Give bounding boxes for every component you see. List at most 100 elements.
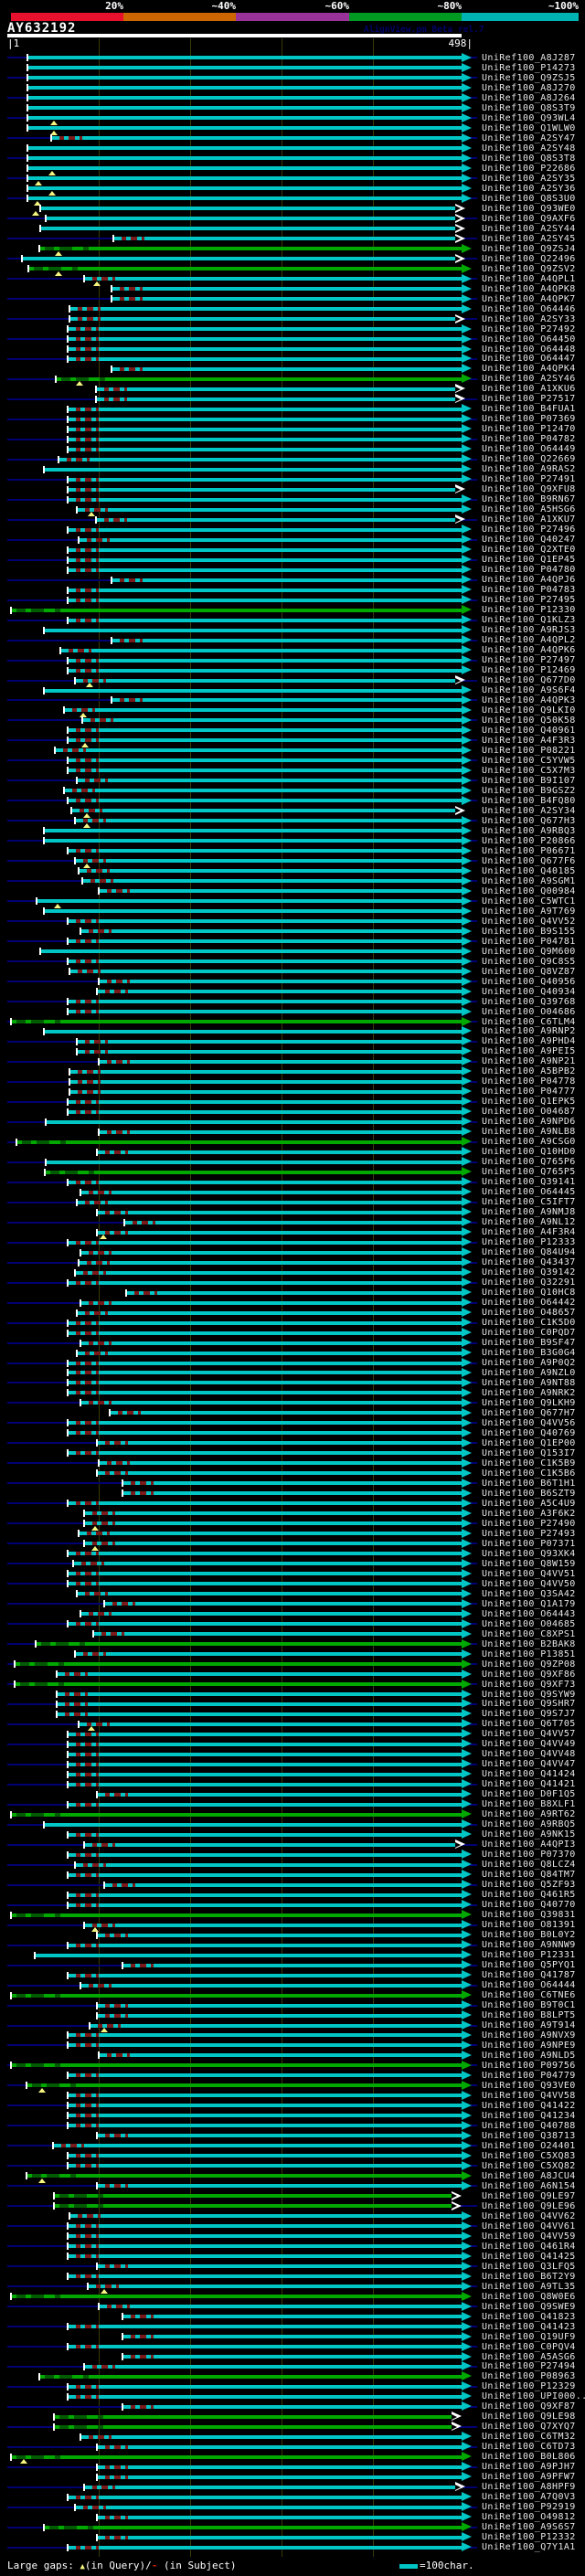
bar-start-tick [67, 1570, 69, 1578]
bar-end-arrow-icon [462, 535, 472, 545]
subject-gap-dash [133, 1882, 135, 1887]
bar-start-tick [43, 827, 45, 835]
bar-end-arrow-icon [462, 1568, 472, 1578]
row-label: UniRef100_O64442 [482, 1298, 576, 1308]
subject-gap-dash [98, 1089, 101, 1094]
alignment-bar [68, 347, 462, 351]
bar-end-arrow-icon [462, 2261, 472, 2271]
subject-gap-dash [85, 1351, 90, 1355]
alignment-bar [75, 859, 462, 864]
subject-gap-dash [81, 789, 88, 793]
subject-gap-dash [72, 789, 77, 793]
alignment-bar [96, 397, 455, 401]
bar-end-arrow-icon [462, 1789, 472, 1799]
alignment-bar [122, 2335, 462, 2338]
alignment-bar [68, 1431, 462, 1436]
subject-gap-dash [107, 2053, 112, 2058]
subject-gap-dash [85, 1200, 90, 1204]
alignment-bar [58, 457, 462, 461]
bar-start-tick [10, 1810, 12, 1818]
subject-gap-dash [85, 1180, 91, 1184]
row-label: UniRef100_A5ASG6 [482, 2351, 576, 2362]
query-gap-marker-icon [93, 281, 101, 286]
subject-gap-dash [85, 1592, 90, 1596]
subject-gap-dash [101, 1562, 104, 1566]
row-label: UniRef100_A4QPL2 [482, 635, 576, 645]
alignment-bar [68, 2154, 462, 2158]
bar-start-tick [96, 2011, 98, 2019]
alignment-bar [27, 66, 462, 70]
alignment-bar [68, 1000, 462, 1003]
subject-gap-dash [87, 1532, 91, 1536]
row-label: UniRef100_B6SZT9 [482, 1488, 576, 1499]
subject-gap-dash [85, 1280, 91, 1285]
bar-start-tick [122, 2402, 123, 2411]
row-label: UniRef100_A9CSG0 [482, 1137, 576, 1148]
subject-gap-dash [83, 748, 86, 753]
row-label: UniRef100_A9PHD4 [482, 1036, 576, 1047]
subject-gap-dash [116, 1059, 122, 1064]
subject-gap-dash [74, 2424, 87, 2429]
bar-start-tick [67, 345, 69, 353]
subject-gap-dash [76, 457, 82, 461]
subject-gap-dash [61, 2144, 66, 2148]
bar-start-tick [67, 1550, 69, 1558]
bar-end-arrow-icon [462, 1578, 472, 1588]
subject-gap-dash [114, 2515, 121, 2519]
bar-start-tick [67, 2273, 69, 2281]
subject-gap-dash [96, 758, 99, 763]
subject-gap-dash [96, 1421, 99, 1426]
bar-end-arrow-icon [462, 1358, 472, 1367]
subject-gap-dash [111, 1632, 117, 1636]
subject-gap-dash [87, 307, 93, 311]
row-label: UniRef100_B9SF47 [482, 1338, 576, 1348]
subject-gap-dash [76, 337, 80, 341]
row-label: UniRef100_P27494 [482, 2361, 576, 2372]
identity-scale-segment [123, 13, 236, 21]
subject-gap-dash [96, 1742, 99, 1746]
bar-start-tick [43, 465, 45, 473]
bar-start-tick [67, 1429, 69, 1437]
bar-start-tick [76, 1037, 78, 1045]
alignment-bar [84, 2364, 462, 2369]
row-label: UniRef100_Q5PYQ1 [482, 1960, 576, 1971]
subject-gap-dash [85, 728, 91, 733]
alignment-bar [69, 317, 455, 321]
bar-start-tick [67, 1389, 69, 1397]
subject-gap-dash [74, 2204, 87, 2209]
subject-gap-dash [125, 1150, 128, 1154]
alignment-bar [68, 658, 462, 663]
bar-end-arrow-icon [462, 694, 472, 705]
subject-gap-dash [96, 588, 99, 592]
row-label: UniRef100_Q43437 [482, 1257, 576, 1268]
bar-end-arrow-icon [462, 1137, 472, 1147]
alignment-bar [96, 387, 455, 391]
row-label: UniRef100_Q4VV49 [482, 1739, 576, 1750]
bar-end-arrow-icon [462, 1187, 472, 1197]
bar-end-arrow-icon [462, 725, 472, 735]
subject-gap-dash [112, 1521, 115, 1526]
bar-start-tick [39, 205, 41, 213]
subject-gap-dash [122, 237, 126, 241]
bar-start-tick [69, 2212, 70, 2221]
bar-start-tick [67, 2253, 69, 2261]
subject-gap-dash [107, 2023, 113, 2028]
alignment-bar [122, 1481, 462, 1486]
subject-gap-dash [85, 1832, 91, 1837]
bar-start-tick [10, 2453, 12, 2461]
subject-gap-dash [65, 1672, 69, 1676]
subject-gap-dash [96, 327, 99, 331]
row-label: UniRef100_C5WTC1 [482, 896, 576, 906]
subject-gap-dash [114, 2475, 121, 2479]
bar-end-arrow-icon [462, 2120, 472, 2130]
bar-start-tick [67, 1760, 69, 1768]
subject-gap-dash [96, 2094, 99, 2098]
subject-gap-dash [98, 2214, 101, 2219]
alignment-bar [97, 1441, 462, 1446]
bar-start-tick [96, 1208, 98, 1216]
subject-gap-dash [85, 1391, 91, 1395]
bar-start-tick [96, 1228, 98, 1236]
row-label: UniRef100_C5YVW5 [482, 755, 576, 766]
subject-gap-dash [78, 1089, 82, 1094]
row-label: UniRef100_Q8S3T9 [482, 102, 576, 113]
